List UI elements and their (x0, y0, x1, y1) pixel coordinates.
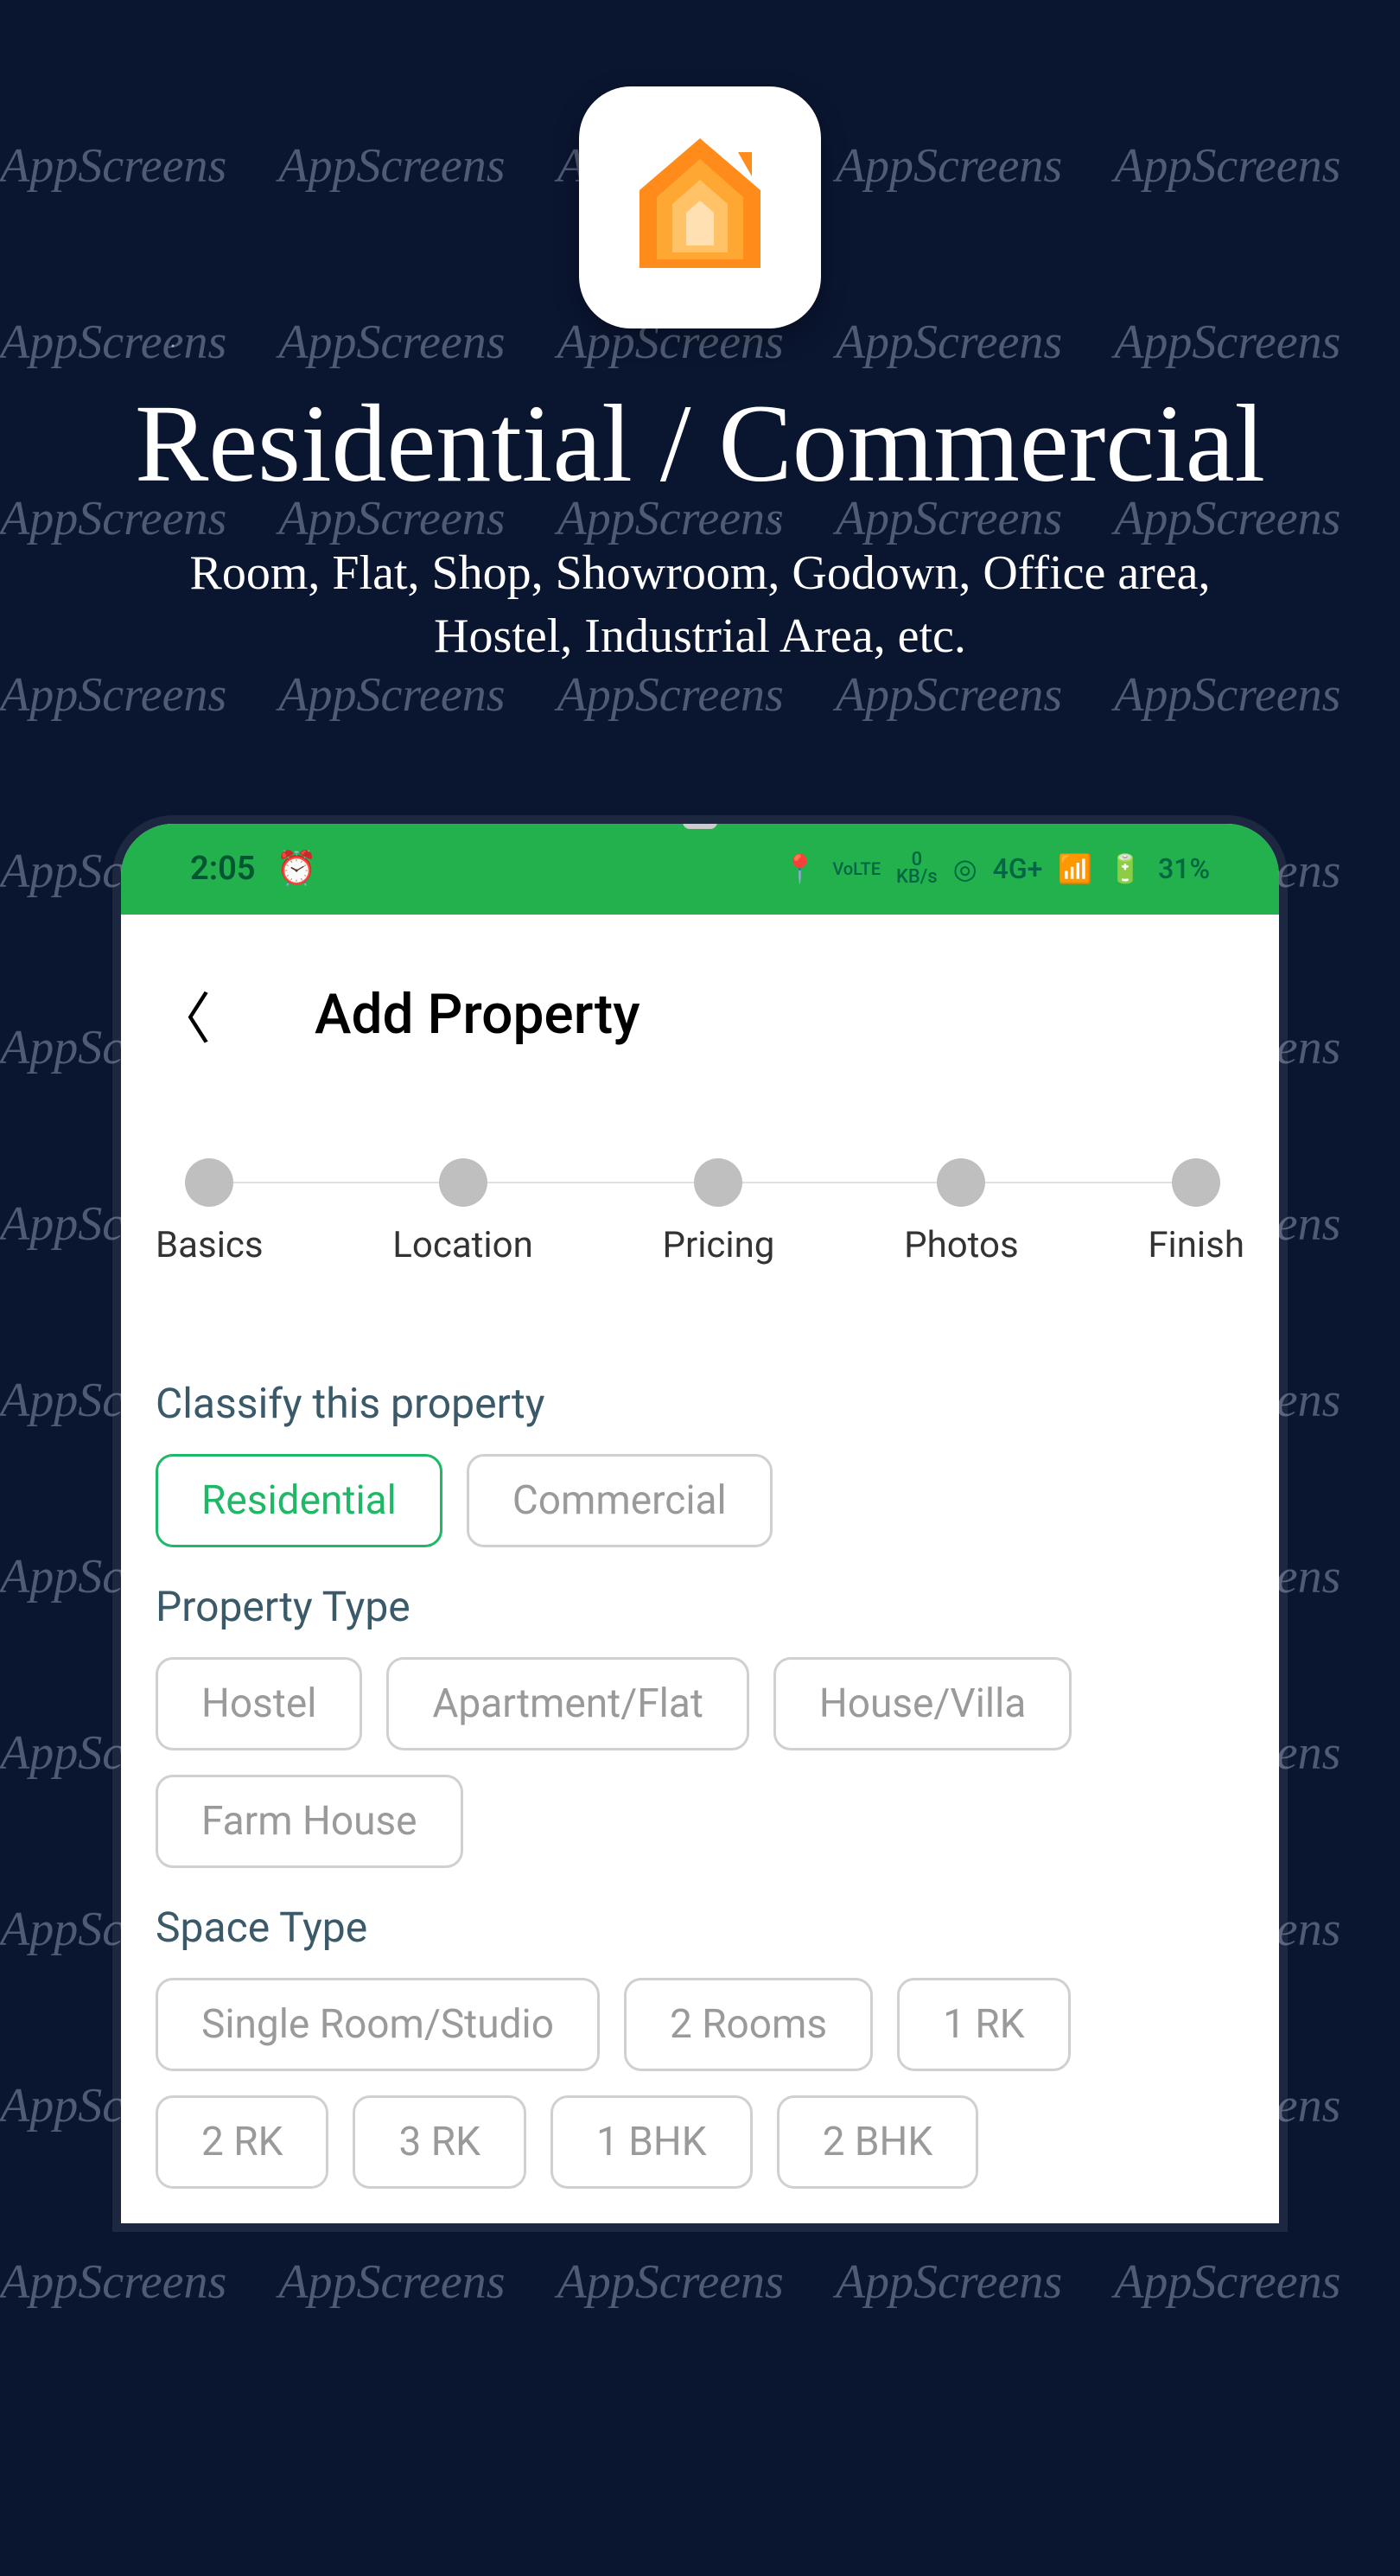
step-dot (185, 1158, 233, 1207)
net-speed: 0 KB/s (896, 851, 938, 886)
chip-3rk[interactable]: 3 RK (353, 2095, 525, 2189)
chip-1bhk[interactable]: 1 BHK (550, 2095, 753, 2189)
status-time: 2:05 (190, 850, 255, 888)
step-location[interactable]: Location (392, 1158, 533, 1266)
step-photos[interactable]: Photos (904, 1158, 1019, 1266)
chip-1rk[interactable]: 1 RK (897, 1978, 1070, 2071)
app-icon (579, 86, 821, 328)
status-bar: 2:05 ⏰ 📍 VoLTE 0 KB/s ◎ 4G+ 📶 🔋 31% (121, 824, 1279, 915)
hero-title: Residential / Commercial (0, 380, 1400, 507)
classify-label: Classify this property (156, 1379, 1244, 1428)
location-icon: 📍 (782, 852, 817, 885)
chip-commercial[interactable]: Commercial (467, 1454, 773, 1547)
hero-subtitle: Room, Flat, Shop, Showroom, Godown, Offi… (138, 542, 1262, 668)
hotspot-icon: ◎ (953, 852, 977, 885)
back-button[interactable]: 〈 (156, 975, 211, 1055)
chip-farm-house[interactable]: Farm House (156, 1775, 463, 1868)
progress-stepper: Basics Location Pricing Photos Finish (156, 1106, 1244, 1353)
step-dot (439, 1158, 487, 1207)
chip-residential[interactable]: Residential (156, 1454, 442, 1547)
chip-single-room[interactable]: Single Room/Studio (156, 1978, 600, 2071)
volte-icon: VoLTE (832, 858, 881, 879)
step-dot (694, 1158, 742, 1207)
alarm-icon: ⏰ (276, 850, 316, 888)
chip-house-villa[interactable]: House/Villa (773, 1657, 1072, 1750)
step-dot (1172, 1158, 1220, 1207)
battery-percent: 31% (1158, 852, 1210, 885)
step-basics[interactable]: Basics (156, 1158, 264, 1266)
chip-hostel[interactable]: Hostel (156, 1657, 362, 1750)
page-title: Add Property (315, 982, 640, 1047)
chip-2rk[interactable]: 2 RK (156, 2095, 328, 2189)
house-icon (614, 121, 786, 294)
chip-2bhk[interactable]: 2 BHK (777, 2095, 979, 2189)
step-pricing[interactable]: Pricing (662, 1158, 774, 1266)
phone-notch (683, 824, 717, 829)
battery-icon: 🔋 (1108, 852, 1142, 885)
space-type-label: Space Type (156, 1903, 1244, 1952)
chip-apartment[interactable]: Apartment/Flat (386, 1657, 748, 1750)
chip-2-rooms[interactable]: 2 Rooms (624, 1978, 873, 2071)
step-finish[interactable]: Finish (1148, 1158, 1244, 1266)
phone-frame: 2:05 ⏰ 📍 VoLTE 0 KB/s ◎ 4G+ 📶 🔋 31% 〈 Ad (121, 824, 1279, 2223)
network-type: 4G+ (993, 852, 1043, 885)
step-dot (937, 1158, 985, 1207)
signal-icon: 📶 (1058, 852, 1092, 885)
property-type-label: Property Type (156, 1582, 1244, 1631)
